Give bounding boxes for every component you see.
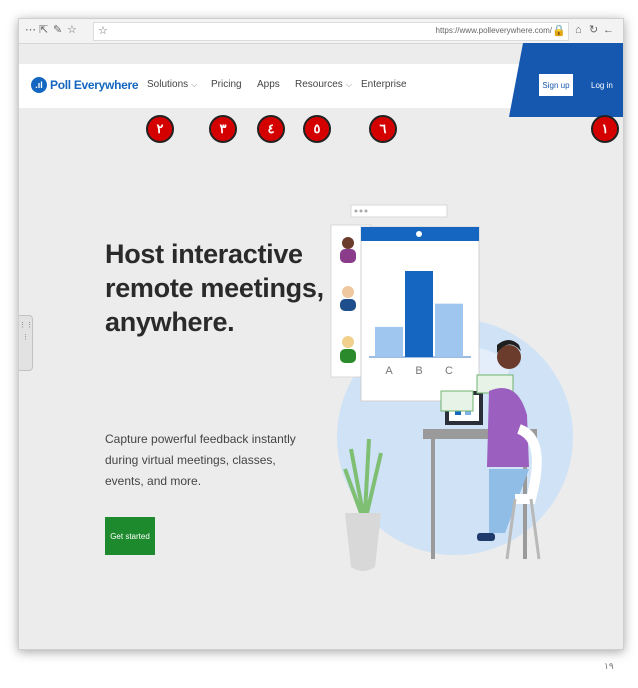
hero-illustration: A B C bbox=[330, 204, 573, 571]
browser-window: ⋯ ⇱ ✎ ☆ ☆ https://www.polleverywhere.com… bbox=[18, 18, 624, 650]
poll-bar-b bbox=[405, 271, 433, 357]
badge-login: ١ bbox=[591, 115, 619, 143]
avatar bbox=[340, 237, 356, 263]
poll-bar-label-b: B bbox=[415, 365, 422, 377]
poll-bar-label-c: C bbox=[445, 365, 453, 377]
badge-solutions: ٢ bbox=[146, 115, 174, 143]
poll-window: A B C bbox=[350, 204, 480, 402]
badge-pricing: ٣ bbox=[209, 115, 237, 143]
badge-resources: ٥ bbox=[303, 115, 331, 143]
poll-bar-label-a: A bbox=[385, 365, 393, 377]
badge-enterprise: ٦ bbox=[369, 115, 397, 143]
badge-apps: ٤ bbox=[257, 115, 285, 143]
page-number: ١٩ bbox=[604, 661, 614, 671]
poll-bar-a bbox=[375, 326, 403, 357]
poll-bar-c bbox=[435, 303, 463, 357]
